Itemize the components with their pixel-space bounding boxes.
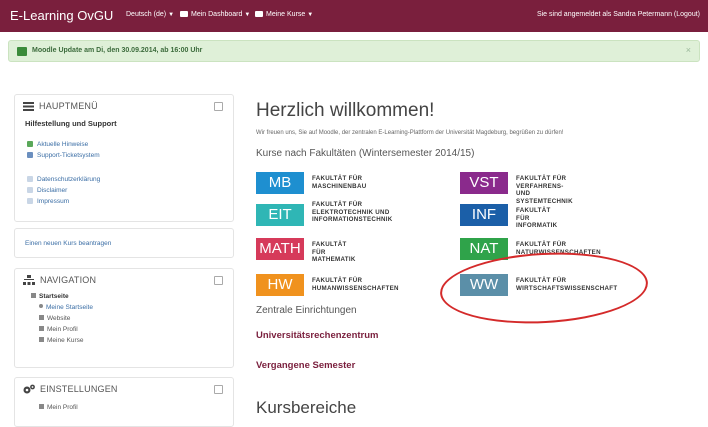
page-icon [27, 198, 33, 204]
faculty-abbr: NAT [460, 238, 508, 260]
link-aktuelle-hinweise[interactable]: Aktuelle Hinweise [27, 141, 88, 148]
faculty-name: FAKULTÄT FÜR MATHEMATIK [312, 241, 356, 263]
folder-icon [31, 293, 36, 298]
nav-website[interactable]: Website [39, 315, 70, 322]
intro-text: Wir freuen uns, Sie auf Moodle, der zent… [256, 130, 564, 136]
courses-menu[interactable]: Meine Kurse ▼ [255, 11, 313, 18]
collapse-icon[interactable] [214, 385, 223, 394]
faculty-name: FAKULTÄT FÜR HUMANWISSENSCHAFTEN [312, 277, 399, 292]
dashboard-menu[interactable]: Mein Dashboard ▼ [180, 11, 250, 18]
mainmenu-heading: HAUPTMENÜ [23, 101, 98, 111]
folder-icon [39, 326, 44, 331]
nav-meine-kurse[interactable]: Meine Kurse [39, 337, 84, 344]
settings-heading: EINSTELLUNGEN [23, 384, 118, 394]
request-course-link[interactable]: Einen neuen Kurs beantragen [25, 240, 111, 247]
mainmenu-subtitle: Hilfestellung und Support [25, 119, 117, 128]
faculty-abbr: EIT [256, 204, 304, 226]
course-request-block: Einen neuen Kurs beantragen [14, 228, 234, 258]
close-icon[interactable]: × [686, 45, 691, 55]
page-icon [27, 176, 33, 182]
folder-icon [39, 404, 44, 409]
link-disclaimer[interactable]: Disclaimer [27, 187, 67, 194]
ticket-icon [27, 152, 33, 158]
top-navbar: E-Learning OvGU Deutsch (de) ▼ Mein Dashb… [0, 0, 708, 32]
faculty-name: FAKULTÄT FÜR ELEKTROTECHNIK UND INFORMAT… [312, 201, 393, 223]
courses-icon [255, 11, 263, 17]
nav-startseite[interactable]: Startseite [31, 293, 69, 300]
news-icon [27, 141, 33, 147]
folder-icon [39, 337, 44, 342]
page-icon [27, 187, 33, 193]
dashboard-icon [180, 11, 188, 17]
past-semester-link[interactable]: Vergangene Semester [256, 360, 355, 371]
folder-icon [39, 315, 44, 320]
faculty-abbr: MATH [256, 238, 304, 260]
faculty-abbr: HW [256, 274, 304, 296]
menu-icon [23, 102, 34, 111]
update-notice: Moodle Update am Di, den 30.09.2014, ab … [8, 40, 700, 62]
site-brand[interactable]: E-Learning OvGU [10, 8, 113, 23]
link-datenschutz[interactable]: Datenschutzerklärung [27, 176, 100, 183]
faculty-abbr: INF [460, 204, 508, 226]
link-support-ticketsystem[interactable]: Support-Ticketsystem [27, 152, 100, 159]
welcome-heading: Herzlich willkommen! [256, 100, 435, 121]
collapse-icon[interactable] [214, 276, 223, 285]
nav-mein-profil[interactable]: Mein Profil [39, 326, 78, 333]
login-status[interactable]: Sie sind angemeldet als Sandra Petermann… [537, 11, 700, 18]
faculty-name: FAKULTÄT FÜR INFORMATIK [516, 207, 558, 229]
settings-mein-profil[interactable]: Mein Profil [39, 404, 78, 411]
central-heading: Zentrale Einrichtungen [256, 305, 357, 316]
megaphone-icon [17, 47, 27, 56]
navigation-block: NAVIGATION Startseite Meine Startseite W… [14, 268, 234, 368]
collapse-icon[interactable] [214, 102, 223, 111]
faculty-abbr: MB [256, 172, 304, 194]
gears-icon [23, 384, 35, 394]
faculty-abbr: VST [460, 172, 508, 194]
bullet-icon [39, 304, 43, 308]
navigation-heading: NAVIGATION [23, 275, 96, 285]
language-menu[interactable]: Deutsch (de) ▼ [126, 11, 174, 18]
notice-text: Moodle Update am Di, den 30.09.2014, ab … [32, 47, 203, 54]
mainmenu-block: HAUPTMENÜ Hilfestellung und Support Aktu… [14, 94, 234, 222]
urz-link[interactable]: Universitätsrechenzentrum [256, 330, 378, 341]
faculty-name: FAKULTÄT FÜR VERFAHRENS- UND SYSTEMTECHN… [516, 175, 573, 205]
faculties-heading: Kurse nach Fakultäten (Wintersemester 20… [256, 148, 475, 159]
course-areas-heading: Kursbereiche [256, 398, 357, 417]
link-impressum[interactable]: Impressum [27, 198, 69, 205]
nav-meine-startseite[interactable]: Meine Startseite [39, 304, 93, 311]
sitemap-icon [23, 275, 35, 285]
faculty-name: FAKULTÄT FÜR MASCHINENBAU [312, 175, 367, 190]
